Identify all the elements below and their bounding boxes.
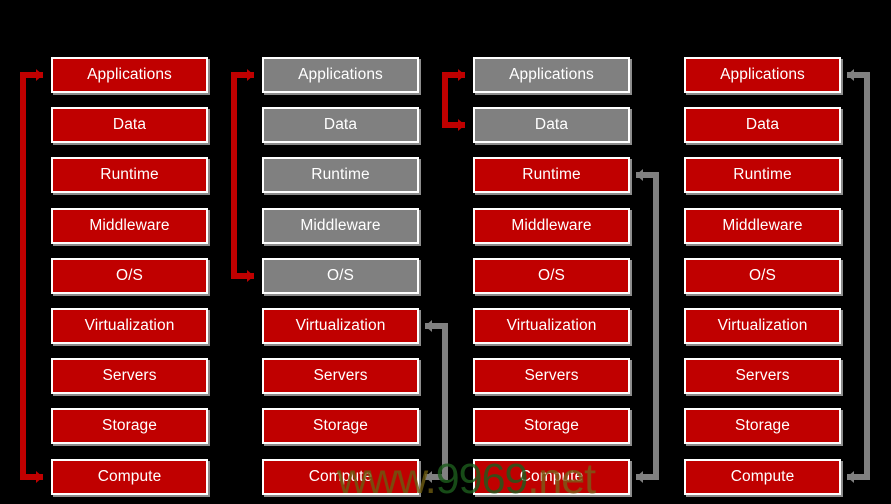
layer-label: Runtime <box>100 166 159 184</box>
layer-label: Servers <box>524 367 579 385</box>
arrowhead-icon <box>458 119 465 131</box>
layer-box-servers[interactable]: Servers <box>684 358 841 394</box>
layer-label: Applications <box>298 66 383 84</box>
left-red-bracket <box>18 65 45 487</box>
layer-label: O/S <box>115 267 143 285</box>
layer-box-data[interactable]: Data <box>473 107 630 143</box>
layer-box-virtualization[interactable]: Virtualization <box>262 308 419 344</box>
layer-label: Servers <box>735 367 790 385</box>
layer-box-middleware[interactable]: Middleware <box>262 208 419 244</box>
arrowhead-icon <box>847 69 854 81</box>
layer-label: O/S <box>537 267 565 285</box>
layer-label: Compute <box>308 468 373 486</box>
layer-box-storage[interactable]: Storage <box>262 408 419 444</box>
layer-box-applications[interactable]: Applications <box>51 57 208 93</box>
layer-box-data[interactable]: Data <box>262 107 419 143</box>
layer-box-compute[interactable]: Compute <box>684 459 841 495</box>
layer-label: Compute <box>97 468 162 486</box>
layer-label: Data <box>323 116 358 134</box>
arrowhead-icon <box>636 169 643 181</box>
layer-box-virtualization[interactable]: Virtualization <box>684 308 841 344</box>
layer-label: Runtime <box>522 166 581 184</box>
layer-box-virtualization[interactable]: Virtualization <box>51 308 208 344</box>
layer-label: Applications <box>720 66 805 84</box>
arrowhead-icon <box>636 471 643 483</box>
layer-label: Data <box>112 116 147 134</box>
layer-label: O/S <box>326 267 354 285</box>
layer-box-o-s[interactable]: O/S <box>262 258 419 294</box>
arrowhead-icon <box>247 270 254 282</box>
layer-label: Storage <box>735 417 790 435</box>
layer-label: Runtime <box>311 166 370 184</box>
right-gray-bracket <box>845 65 872 487</box>
layer-box-storage[interactable]: Storage <box>684 408 841 444</box>
right-gray-bracket <box>634 165 661 487</box>
layer-label: Storage <box>102 417 157 435</box>
layer-box-runtime[interactable]: Runtime <box>684 157 841 193</box>
layer-label: Virtualization <box>506 317 597 335</box>
layer-box-compute[interactable]: Compute <box>473 459 630 495</box>
layer-box-runtime[interactable]: Runtime <box>473 157 630 193</box>
layer-box-applications[interactable]: Applications <box>473 57 630 93</box>
layer-box-applications[interactable]: Applications <box>262 57 419 93</box>
layer-label: Middleware <box>300 217 381 235</box>
left-red-bracket <box>229 65 256 286</box>
layer-label: Middleware <box>722 217 803 235</box>
layer-box-o-s[interactable]: O/S <box>684 258 841 294</box>
layer-box-o-s[interactable]: O/S <box>51 258 208 294</box>
layer-label: Applications <box>509 66 594 84</box>
right-gray-bracket <box>423 316 450 487</box>
arrowhead-icon <box>36 69 43 81</box>
arrowhead-icon <box>247 69 254 81</box>
layer-box-middleware[interactable]: Middleware <box>51 208 208 244</box>
layer-label: Storage <box>313 417 368 435</box>
layer-box-o-s[interactable]: O/S <box>473 258 630 294</box>
layer-box-compute[interactable]: Compute <box>262 459 419 495</box>
layer-label: Data <box>745 116 780 134</box>
arrowhead-icon <box>847 471 854 483</box>
layer-box-servers[interactable]: Servers <box>262 358 419 394</box>
layer-label: Data <box>534 116 569 134</box>
layer-label: Servers <box>102 367 157 385</box>
stack-diagram: Applications Data Runtime Middleware O/S Virt… <box>0 0 891 503</box>
layer-box-servers[interactable]: Servers <box>51 358 208 394</box>
layer-label: Runtime <box>733 166 792 184</box>
layer-box-runtime[interactable]: Runtime <box>51 157 208 193</box>
arrowhead-icon <box>425 471 432 483</box>
arrowhead-icon <box>425 320 432 332</box>
layer-label: Virtualization <box>717 317 808 335</box>
layer-box-virtualization[interactable]: Virtualization <box>473 308 630 344</box>
layer-label: Middleware <box>89 217 170 235</box>
arrowhead-icon <box>36 471 43 483</box>
layer-box-storage[interactable]: Storage <box>51 408 208 444</box>
layer-box-storage[interactable]: Storage <box>473 408 630 444</box>
layer-label: Storage <box>524 417 579 435</box>
layer-label: Compute <box>730 468 795 486</box>
layer-label: Servers <box>313 367 368 385</box>
layer-box-runtime[interactable]: Runtime <box>262 157 419 193</box>
layer-box-servers[interactable]: Servers <box>473 358 630 394</box>
layer-box-data[interactable]: Data <box>684 107 841 143</box>
layer-box-middleware[interactable]: Middleware <box>473 208 630 244</box>
layer-label: Applications <box>87 66 172 84</box>
left-red-bracket <box>440 65 467 135</box>
layer-label: O/S <box>748 267 776 285</box>
layer-label: Virtualization <box>295 317 386 335</box>
layer-box-compute[interactable]: Compute <box>51 459 208 495</box>
layer-box-data[interactable]: Data <box>51 107 208 143</box>
arrowhead-icon <box>458 69 465 81</box>
layer-label: Middleware <box>511 217 592 235</box>
layer-box-applications[interactable]: Applications <box>684 57 841 93</box>
layer-box-middleware[interactable]: Middleware <box>684 208 841 244</box>
layer-label: Virtualization <box>84 317 175 335</box>
layer-label: Compute <box>519 468 584 486</box>
